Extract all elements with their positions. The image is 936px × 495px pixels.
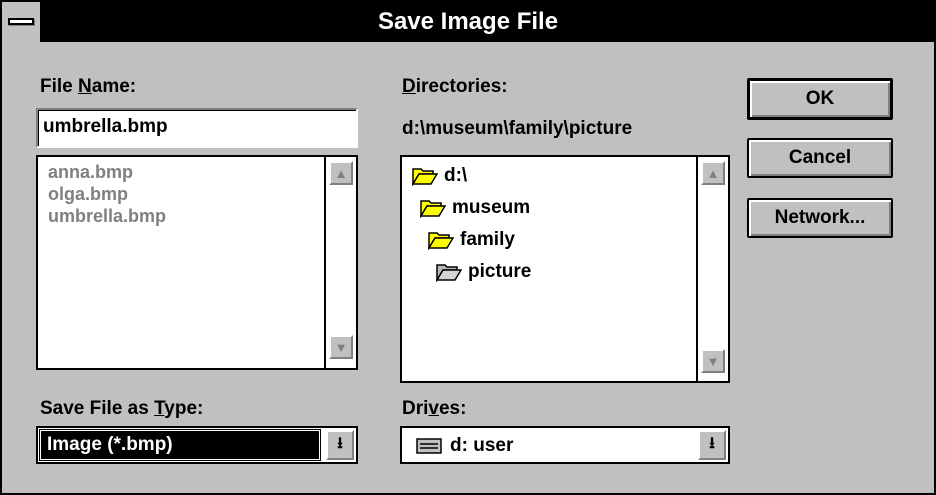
directory-item-label: family [460, 229, 515, 250]
dropdown-arrow-icon: ⭳ [337, 434, 343, 452]
drives-label: Drives: [402, 398, 466, 420]
title-bar[interactable]: Save Image File [2, 2, 934, 42]
drives-select[interactable]: d: user ⭳ [400, 426, 730, 464]
open-folder-icon [428, 232, 454, 250]
file-list-items: anna.bmp olga.bmp umbrella.bmp [48, 161, 166, 227]
drives-label-post: es: [438, 398, 467, 419]
scroll-up-button[interactable]: ▲ [701, 161, 725, 185]
scroll-up-arrow-icon: ▲ [706, 165, 720, 181]
drives-label-accel: v [428, 398, 439, 419]
file-name-value: umbrella.bmp [43, 116, 168, 137]
save-image-dialog: Save Image File File Name: umbrella.bmp … [0, 0, 936, 495]
file-name-label-accel: N [78, 76, 92, 97]
file-list-item[interactable]: anna.bmp [48, 161, 166, 183]
save-type-select[interactable]: Image (*.bmp) ⭳ [36, 426, 358, 464]
save-type-label-post: ype: [164, 398, 204, 419]
ok-button[interactable]: OK [747, 78, 893, 120]
file-name-input[interactable]: umbrella.bmp [36, 108, 358, 148]
save-type-label-pre: Save File as [40, 398, 155, 419]
file-list[interactable]: anna.bmp olga.bmp umbrella.bmp ▲ ▼ [36, 155, 358, 370]
cancel-button[interactable]: Cancel [747, 138, 893, 178]
save-type-label-accel: T [154, 398, 165, 419]
network-button[interactable]: Network... [747, 198, 893, 238]
save-type-value: Image (*.bmp) [41, 431, 319, 459]
drives-label-pre: Dri [402, 398, 429, 419]
directory-item[interactable]: museum [420, 197, 530, 219]
save-type-dropdown-button[interactable]: ⭳ [326, 430, 354, 460]
directories-label-post: irectories: [415, 76, 508, 97]
file-list-item[interactable]: umbrella.bmp [48, 205, 166, 227]
directories-label: Directories: [402, 76, 508, 98]
directory-item-label: d:\ [444, 165, 468, 186]
directory-scrollbar[interactable]: ▲ ▼ [696, 157, 728, 381]
directory-item[interactable]: family [428, 229, 515, 251]
scroll-down-arrow-icon: ▼ [334, 339, 348, 355]
directory-item-label: museum [452, 197, 531, 218]
open-folder-icon [436, 264, 462, 282]
file-list-item[interactable]: olga.bmp [48, 183, 166, 205]
system-menu-button[interactable] [2, 2, 42, 42]
drives-value: d: user [450, 435, 514, 456]
directory-item-label: picture [468, 261, 532, 282]
scroll-down-arrow-icon: ▼ [706, 353, 720, 369]
dropdown-arrow-icon: ⭳ [709, 434, 715, 452]
file-name-label-post: ame: [91, 76, 137, 97]
save-type-focus: Image (*.bmp) [39, 429, 321, 461]
save-type-label: Save File as Type: [40, 398, 203, 420]
scroll-up-arrow-icon: ▲ [334, 165, 348, 181]
directory-item-selected[interactable]: picture [436, 261, 531, 283]
file-name-label-pre: File [40, 76, 79, 97]
directory-item[interactable]: d:\ [412, 165, 467, 187]
drive-icon [416, 438, 442, 454]
scroll-down-button[interactable]: ▼ [701, 349, 725, 373]
file-name-label: File Name: [40, 76, 136, 98]
drives-value-group: d: user [416, 432, 513, 460]
open-folder-icon [420, 200, 446, 218]
file-list-scrollbar[interactable]: ▲ ▼ [324, 157, 356, 368]
drives-dropdown-button[interactable]: ⭳ [698, 430, 726, 460]
open-folder-icon [412, 168, 438, 186]
system-menu-icon [8, 18, 34, 25]
window-title: Save Image File [377, 8, 559, 35]
current-directory-path: d:\museum\family\picture [402, 118, 633, 139]
scroll-up-button[interactable]: ▲ [329, 161, 353, 185]
directories-label-accel: D [402, 76, 416, 97]
directory-tree[interactable]: d:\ museum family picture ▲ ▼ [400, 155, 730, 383]
scroll-down-button[interactable]: ▼ [329, 335, 353, 359]
